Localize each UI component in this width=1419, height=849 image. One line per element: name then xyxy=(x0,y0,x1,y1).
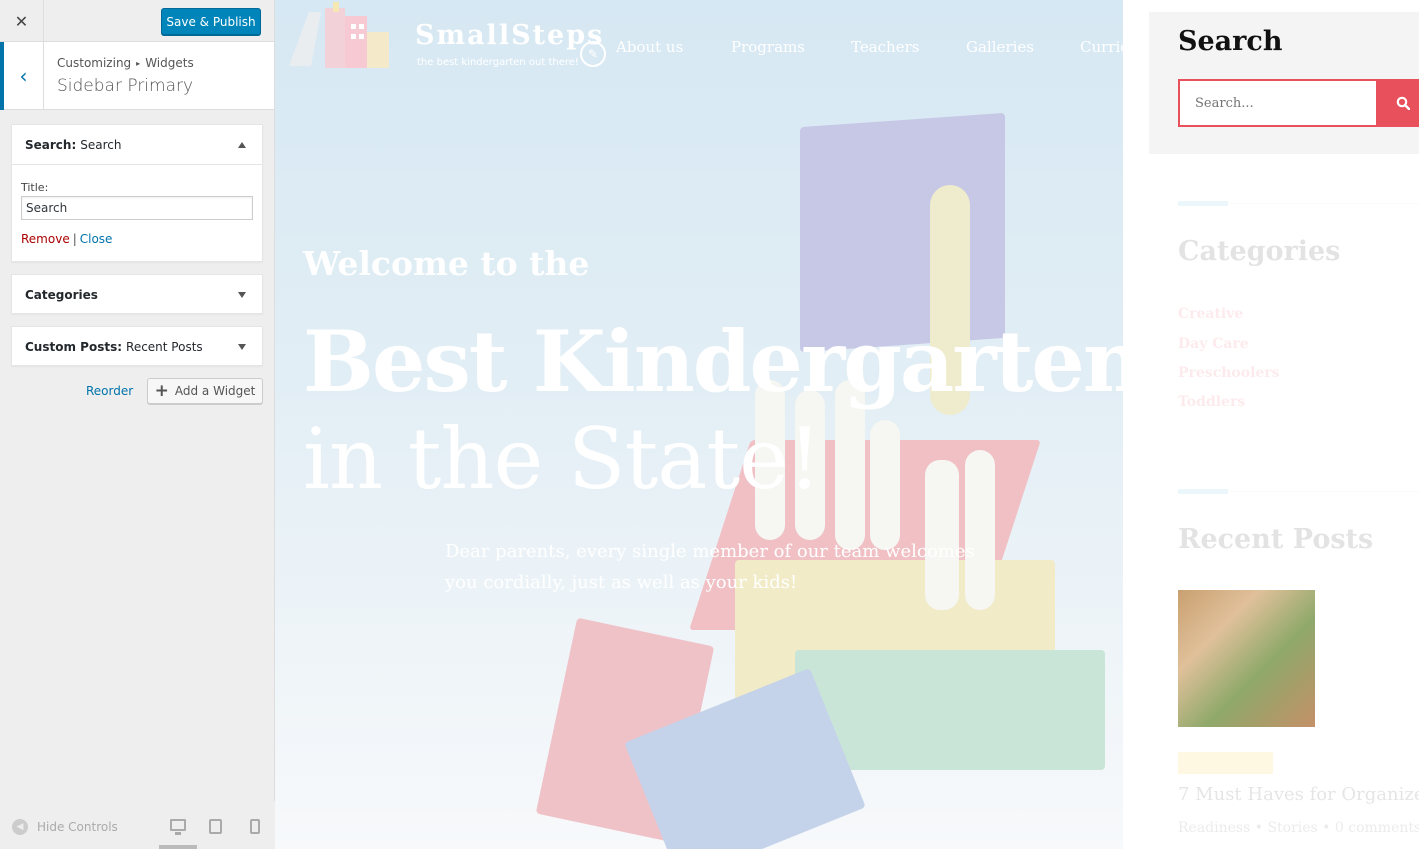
category-link[interactable]: Day Care xyxy=(1178,336,1249,352)
active-device-indicator xyxy=(159,845,197,849)
breadcrumb-separator: ▸ xyxy=(136,59,141,68)
widget-type-label: Categories xyxy=(25,288,98,302)
save-publish-button[interactable]: Save & Publish xyxy=(161,8,261,35)
site-tagline: the best kindergarten out there! xyxy=(417,57,579,68)
customizer-header: ✕ Save & Publish xyxy=(0,0,274,42)
widget-custom-posts-header[interactable]: Custom Posts: Recent Posts xyxy=(12,327,262,367)
tablet-preview-icon[interactable] xyxy=(209,819,222,834)
hero-title-line-2: in the State! xyxy=(303,410,822,508)
hero-subtitle: Welcome to the xyxy=(303,244,590,283)
site-preview: SmallSteps the best kindergarten out the… xyxy=(275,0,1419,849)
breadcrumb: Customizing ▸ Widgets xyxy=(57,56,194,70)
nav-programs[interactable]: Programs xyxy=(731,38,805,56)
widget-search-header[interactable]: Search: Search xyxy=(12,125,262,165)
collapse-circle-icon: ◀ xyxy=(12,819,28,835)
magnifier-icon xyxy=(1396,96,1410,110)
hero-text: Dear parents, every single member of our… xyxy=(445,541,975,593)
title-field-label: Title: xyxy=(21,181,49,194)
reorder-link[interactable]: Reorder xyxy=(86,384,133,398)
hide-controls-label: Hide Controls xyxy=(37,820,118,834)
accent-line xyxy=(1178,489,1228,494)
breadcrumb-current: Widgets xyxy=(145,56,194,70)
add-widget-label: Add a Widget xyxy=(174,384,256,398)
desktop-preview-icon[interactable] xyxy=(170,819,186,835)
pencil-icon[interactable]: ✎ xyxy=(580,41,606,67)
customizer-panel: ✕ Save & Publish ‹ Customizing ▸ Widgets S… xyxy=(0,0,275,849)
category-link[interactable]: Preschoolers xyxy=(1178,365,1280,381)
widget-search-form: Title: Remove|Close xyxy=(12,165,262,246)
section-header: ‹ Customizing ▸ Widgets Sidebar Primary xyxy=(0,42,274,110)
preview-sidebar: Search Categories Creative Day Care Pres… xyxy=(1123,0,1419,849)
widget-categories[interactable]: Categories xyxy=(11,274,263,314)
category-link[interactable]: Toddlers xyxy=(1178,394,1245,410)
post-title-link[interactable]: 7 Must Haves for Organized xyxy=(1178,784,1419,805)
hero-title-line-1: Best Kindergarten xyxy=(303,312,1144,411)
mobile-preview-icon[interactable] xyxy=(250,819,260,834)
bg-peg xyxy=(870,420,900,550)
accent-line xyxy=(1178,201,1228,206)
collapse-arrow-icon[interactable] xyxy=(238,142,246,148)
expand-arrow-icon[interactable] xyxy=(238,344,246,350)
actions-divider: | xyxy=(72,232,77,246)
widget-actions: Remove | Close xyxy=(21,232,253,246)
widget-custom-posts[interactable]: Custom Posts: Recent Posts xyxy=(11,326,263,366)
widget-title-label: Search xyxy=(80,137,122,152)
sidebar-search-input[interactable] xyxy=(1178,79,1378,127)
category-link[interactable]: Creative xyxy=(1178,306,1243,322)
close-link[interactable]: Close xyxy=(80,232,113,246)
search-icon[interactable] xyxy=(1378,79,1419,127)
widget-title-label: Recent Posts xyxy=(126,340,203,354)
site-title[interactable]: SmallSteps xyxy=(415,20,604,51)
nav-teachers[interactable]: Teachers xyxy=(851,38,919,56)
remove-link[interactable]: Remove xyxy=(21,232,70,246)
chevron-left-icon[interactable]: ‹ xyxy=(0,42,44,110)
site-logo[interactable] xyxy=(287,2,393,68)
nav-about-us[interactable]: About us xyxy=(616,38,683,56)
close-icon[interactable]: ✕ xyxy=(0,0,44,42)
widget-categories-header[interactable]: Categories xyxy=(12,275,262,315)
expand-arrow-icon[interactable] xyxy=(238,292,246,298)
accent-rule xyxy=(1228,203,1419,204)
accent-rule xyxy=(1228,491,1419,492)
plus-icon: + xyxy=(154,380,169,401)
widget-type-label: Search: xyxy=(25,137,77,152)
post-meta: Readiness • Stories • 0 comments xyxy=(1178,820,1419,836)
customizer-footer: ◀ Hide Controls xyxy=(0,801,275,849)
breadcrumb-root: Customizing xyxy=(57,56,132,70)
title-field[interactable] xyxy=(21,196,253,220)
hide-controls-button[interactable]: ◀ Hide Controls xyxy=(12,819,118,835)
post-thumbnail[interactable] xyxy=(1178,590,1315,727)
widget-type-label: Custom Posts: xyxy=(25,340,123,354)
hero-section: SmallSteps the best kindergarten out the… xyxy=(275,0,1167,849)
section-title: Sidebar Primary xyxy=(57,76,194,96)
post-category-badge[interactable] xyxy=(1178,752,1273,774)
search-heading: Search xyxy=(1178,26,1283,57)
nav-galleries[interactable]: Galleries xyxy=(966,38,1034,56)
search-widget-preview: Search xyxy=(1149,12,1419,154)
widget-search: Search: Search Title: Remove|Close xyxy=(11,124,263,262)
recent-posts-heading: Recent Posts xyxy=(1178,524,1374,555)
add-widget-button[interactable]: + Add a Widget xyxy=(147,378,263,404)
categories-heading: Categories xyxy=(1178,236,1341,267)
